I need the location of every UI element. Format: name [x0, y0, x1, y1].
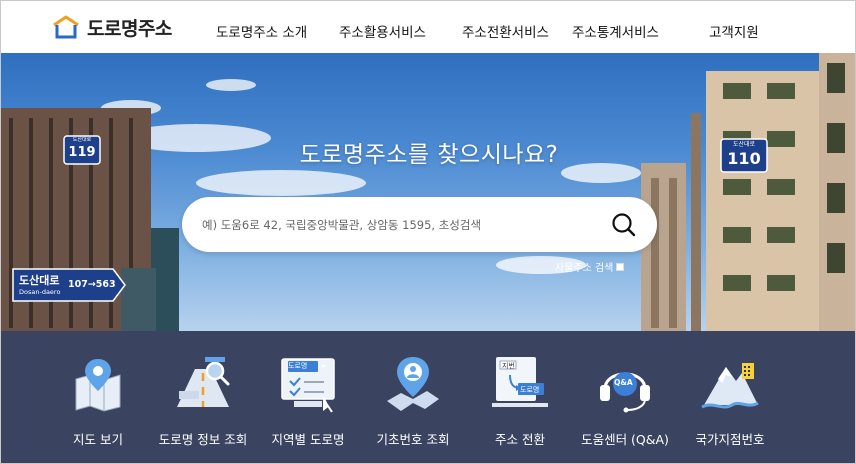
quick-menu: 지도 보기 도로명 정보 조회 도로명 지역별 도로명 기초번호 조회 지번 도…	[1, 331, 855, 463]
street-name-sign: 도산대로 Dosan-daero 107→563	[16, 271, 124, 301]
map-icon	[75, 359, 121, 412]
quick-menu-label: 지역별 도로명	[271, 432, 345, 447]
road-info-icon	[177, 357, 230, 407]
quick-menu-map-view[interactable]: 지도 보기	[43, 355, 153, 460]
object-address-search-label: 사물주소 검색	[555, 263, 614, 274]
address-search-input[interactable]	[202, 197, 602, 252]
street-sign-name-en: Dosan-daero	[19, 288, 61, 296]
quick-menu-road-info[interactable]: 도로명 정보 조회	[148, 355, 258, 460]
base-number-icon	[387, 357, 439, 411]
header: 도로명주소 도로명주소 소개 주소활용서비스 주소전환서비스 주소통계서비스 고…	[1, 1, 855, 53]
quick-menu-label: 도로명 정보 조회	[158, 432, 248, 447]
nav-item-utilization[interactable]: 주소활용서비스	[339, 21, 426, 41]
main-nav: 도로명주소 소개 주소활용서비스 주소전환서비스 주소통계서비스 고객지원	[1, 1, 855, 53]
national-point-icon	[701, 363, 759, 409]
quick-menu-label: 주소 전환	[495, 432, 545, 447]
help-bubble-text: Q&A	[614, 378, 633, 387]
page: 도로명주소 도로명주소 소개 주소활용서비스 주소전환서비스 주소통계서비스 고…	[0, 0, 856, 464]
street-sign-range: 107→563	[68, 279, 116, 290]
quick-menu-regional-road[interactable]: 도로명 지역별 도로명	[253, 355, 363, 460]
search-icon[interactable]	[609, 210, 639, 240]
city-background-image	[1, 53, 855, 331]
nav-item-support[interactable]: 고객지원	[709, 21, 759, 41]
quick-menu-address-convert[interactable]: 지번 도로명 주소 전환	[465, 355, 575, 460]
nav-item-intro[interactable]: 도로명주소 소개	[216, 21, 307, 41]
object-address-checkbox[interactable]	[616, 262, 625, 271]
street-sign-name-ko: 도산대로	[19, 274, 60, 287]
quick-menu-label: 국가지점번호	[695, 432, 765, 447]
object-address-search-option[interactable]: 사물주소 검색	[555, 259, 625, 274]
regional-road-tag-text: 도로명	[288, 362, 308, 370]
convert-road-text: 도로명	[520, 386, 540, 394]
quick-menu-base-number[interactable]: 기초번호 조회	[358, 355, 468, 460]
convert-jibun-text: 지번	[502, 362, 515, 370]
nav-item-statistics[interactable]: 주소통계서비스	[572, 21, 659, 41]
quick-menu-national-point[interactable]: 국가지점번호	[675, 355, 785, 460]
hero-banner: 도산대로 119 도산대로 110 도산대로 Dosan-daero 107→5…	[1, 53, 855, 331]
quick-menu-help-center[interactable]: Q&A 도움센터 (Q&A)	[570, 355, 680, 460]
quick-menu-label: 도움센터 (Q&A)	[581, 432, 669, 447]
quick-menu-label: 지도 보기	[73, 432, 123, 447]
nav-item-conversion[interactable]: 주소전환서비스	[462, 21, 549, 41]
regional-road-icon	[281, 358, 335, 413]
quick-menu-label: 기초번호 조회	[376, 432, 450, 447]
search-box	[182, 197, 657, 252]
hero-title: 도로명주소를 찾으시나요?	[299, 142, 559, 168]
